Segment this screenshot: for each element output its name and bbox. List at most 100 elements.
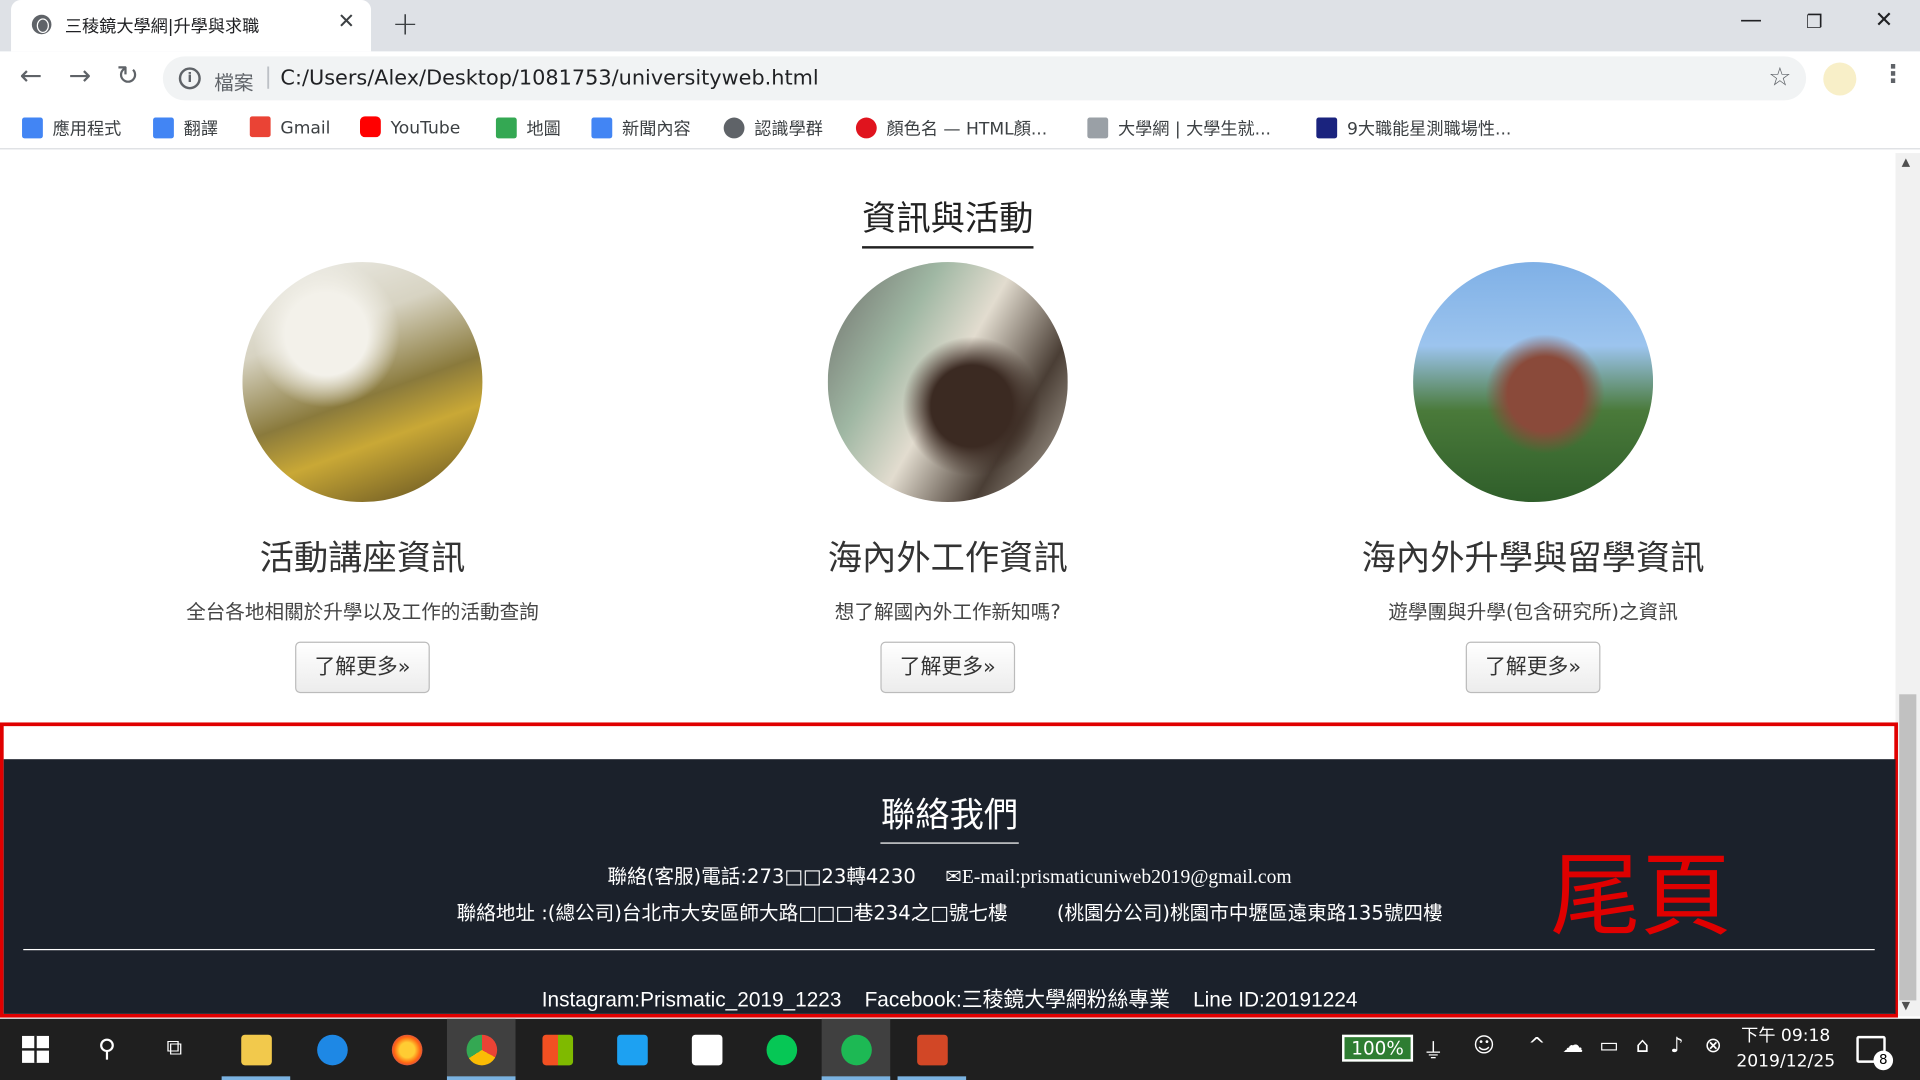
footer-annotation: 尾頁 <box>1550 843 1732 949</box>
chrome-icon <box>466 1034 498 1066</box>
notification-count: 8 <box>1873 1050 1894 1071</box>
bookmark-gmail[interactable]: Gmail <box>249 116 331 139</box>
scroll-thumb[interactable] <box>1899 694 1917 1001</box>
taskbar-l-app[interactable] <box>598 1019 667 1080</box>
page-scrollbar[interactable]: ▲ ▼ <box>1895 153 1920 1017</box>
address-bar[interactable]: i 檔案 | C:/Users/Alex/Desktop/1081753/uni… <box>162 56 1807 101</box>
bookmark-news[interactable]: 新聞內容 <box>591 116 691 140</box>
url-text[interactable]: C:/Users/Alex/Desktop/1081753/university… <box>280 66 818 90</box>
taskbar-spotify[interactable] <box>821 1018 891 1080</box>
branch-address: (桃園分公司)桃園市中壢區遠東路135號四樓 <box>1056 901 1443 925</box>
laptop-photo <box>827 262 1068 503</box>
hq-address: 聯絡地址 :(總公司)台北市大安區師大路□□□巷234之□號七樓 <box>456 901 1008 925</box>
bookmark-majors[interactable]: 認識學群 <box>723 116 823 140</box>
learn-more-button[interactable]: 了解更多» <box>880 641 1016 694</box>
edge-icon <box>317 1034 348 1066</box>
bookmark-label: 大學網 | 大學生就... <box>1117 120 1271 140</box>
bookmark-career-test[interactable]: 9大職能星測職場性... <box>1316 116 1511 140</box>
campus-photo <box>1413 262 1654 503</box>
bookmark-maps[interactable]: 地圖 <box>495 116 561 140</box>
learn-more-button[interactable]: 了解更多» <box>295 641 430 694</box>
taskbar-firefox[interactable] <box>372 1019 441 1080</box>
volume-icon[interactable]: ♪ <box>1670 1033 1683 1057</box>
browser-tab[interactable]: 三稜鏡大學網|升學與求職 ✕ <box>11 0 372 52</box>
clock-time: 下午 09:18 <box>1741 1026 1831 1046</box>
mail-icon <box>691 1034 723 1066</box>
info-icon[interactable]: i <box>178 67 201 90</box>
bookmark-label: 9大職能星測職場性... <box>1346 120 1512 140</box>
bookmark-html-colors[interactable]: 顏色名 — HTML顏... <box>855 116 1047 140</box>
bookmark-youtube[interactable]: YouTube <box>360 116 460 138</box>
scroll-up-icon[interactable]: ▲ <box>1902 157 1910 169</box>
windows-logo-icon <box>22 1035 49 1063</box>
bookmark-translate[interactable]: 翻譯 <box>153 116 218 140</box>
minimize-button[interactable]: — <box>1740 7 1762 33</box>
bookmark-star-icon[interactable]: ☆ <box>1768 62 1791 91</box>
taskbar-powerpoint[interactable] <box>897 1019 967 1080</box>
back-button[interactable]: ← <box>20 61 43 92</box>
folder-icon <box>241 1034 272 1066</box>
info-column-jobs: 海內外工作資訊 想了解國內外工作新知嗎? 了解更多» <box>703 262 1193 694</box>
event-photo <box>242 262 483 503</box>
column-description: 想了解國內外工作新知嗎? <box>834 600 1061 624</box>
browser-menu-icon[interactable]: ⋮ <box>1881 59 1905 88</box>
column-description: 全台各地相關於升學以及工作的活動查詢 <box>186 600 539 624</box>
bookmark-label: 新聞內容 <box>622 120 691 140</box>
spotify-icon <box>841 1034 872 1066</box>
onedrive-icon[interactable]: ☁ <box>1562 1033 1583 1057</box>
learn-more-button[interactable]: 了解更多» <box>1465 641 1601 694</box>
url-separator: | <box>264 63 272 90</box>
restore-button[interactable]: ❐ <box>1806 11 1822 33</box>
column-description: 遊學團與升學(包含研究所)之資訊 <box>1388 600 1678 624</box>
taskbar-mail[interactable] <box>672 1019 741 1080</box>
bookmark-label: Gmail <box>280 118 331 139</box>
taskbar-file-explorer[interactable] <box>221 1019 291 1080</box>
mute-status-icon[interactable]: ⊗ <box>1705 1033 1722 1057</box>
taskbar-store[interactable] <box>523 1019 592 1080</box>
maps-icon <box>495 117 517 139</box>
battery-icon[interactable]: ▭ <box>1599 1033 1619 1057</box>
info-column-study-abroad: 海內外升學與留學資訊 遊學團與升學(包含研究所)之資訊 了解更多» <box>1288 262 1778 694</box>
youtube-icon <box>360 116 381 138</box>
column-heading: 海內外工作資訊 <box>827 537 1068 578</box>
start-button[interactable] <box>0 1019 69 1080</box>
network-icon[interactable]: ⌂ <box>1636 1033 1649 1057</box>
bookmark-apps[interactable]: 應用程式 <box>22 116 121 140</box>
system-clock[interactable]: 下午 09:18 2019/12/25 <box>1736 1024 1835 1075</box>
windows-taskbar: ⚲ ⧉ <box>0 1018 1920 1080</box>
reload-button[interactable]: ↻ <box>116 61 139 92</box>
chevron-up-icon[interactable]: ^ <box>1528 1033 1545 1057</box>
new-tab-button[interactable]: + <box>392 6 419 43</box>
scroll-down-icon[interactable]: ▼ <box>1902 1000 1910 1012</box>
section-title: 資訊與活動 <box>0 192 1896 249</box>
task-view-icon: ⧉ <box>166 1034 183 1061</box>
taskbar-line[interactable] <box>747 1019 816 1080</box>
profile-avatar[interactable] <box>1823 62 1857 96</box>
bookmark-label: 翻譯 <box>183 120 218 140</box>
bookmark-university-net[interactable]: 大學網 | 大學生就... <box>1087 116 1271 140</box>
notification-center-icon[interactable]: 8 <box>1856 1035 1894 1071</box>
people-icon[interactable]: ☺ <box>1473 1033 1495 1057</box>
battery-indicator[interactable]: 100% <box>1342 1034 1414 1062</box>
social-links: Instagram:Prismatic_2019_1223 Facebook:三… <box>541 988 1358 1012</box>
close-tab-icon[interactable]: ✕ <box>338 10 355 34</box>
column-heading: 海內外升學與留學資訊 <box>1361 537 1705 578</box>
search-icon: ⚲ <box>97 1033 116 1063</box>
task-view-button[interactable]: ⧉ <box>144 1019 213 1080</box>
url-scheme-label: 檔案 <box>214 71 254 95</box>
email-text[interactable]: E-mail:prismaticuniweb2019@gmail.com <box>962 867 1292 888</box>
forward-button[interactable]: → <box>69 61 92 92</box>
globe-icon <box>723 117 745 139</box>
phone-text: 聯絡(客服)電話:273□□23轉4230 <box>607 864 916 888</box>
gmail-icon <box>249 116 271 138</box>
taskbar-edge[interactable] <box>298 1019 367 1080</box>
bookmark-label: YouTube <box>390 118 461 139</box>
globe-icon <box>31 14 52 35</box>
power-plug-icon[interactable]: ⏚ <box>1423 1033 1444 1064</box>
info-column-events: 活動講座資訊 全台各地相關於升學以及工作的活動查詢 了解更多» <box>118 262 608 694</box>
bookmark-label: 地圖 <box>526 120 561 140</box>
search-button[interactable]: ⚲ <box>73 1019 142 1080</box>
close-window-button[interactable]: ✕ <box>1875 7 1893 33</box>
browser-toolbar: ← → ↻ i 檔案 | C:/Users/Alex/Desktop/10817… <box>0 51 1920 106</box>
taskbar-chrome[interactable] <box>446 1018 516 1080</box>
